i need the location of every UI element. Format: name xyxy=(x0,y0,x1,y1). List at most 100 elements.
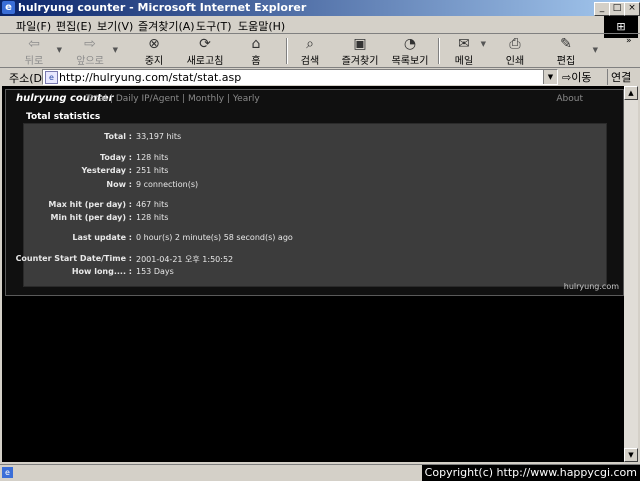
stat-key: Last update : xyxy=(72,233,132,242)
stat-row: Min hit (per day) : 128 hits xyxy=(24,213,606,225)
favorites-icon: ▣ xyxy=(353,36,367,52)
stat-value: 128 hits xyxy=(136,213,169,222)
back-button[interactable]: ⇦ 뒤로 ▼ xyxy=(6,36,62,67)
print-icon: ⎙ xyxy=(509,36,521,52)
refresh-button[interactable]: ⟳ 새로고침 xyxy=(177,36,233,67)
forward-label: 앞으로 xyxy=(76,56,104,67)
stat-value: 33,197 hits xyxy=(136,132,182,141)
history-button[interactable]: ◔ 목록보기 xyxy=(382,36,438,67)
stat-value: 0 hour(s) 2 minute(s) 58 second(s) ago xyxy=(136,233,293,242)
print-button[interactable]: ⎙ 인쇄 xyxy=(487,36,543,67)
stat-key: Yesterday : xyxy=(81,166,132,175)
chevron-down-icon[interactable]: ▼ xyxy=(543,70,557,84)
go-label: 이동 xyxy=(571,71,592,84)
window-title: hulryung counter - Microsoft Internet Ex… xyxy=(18,1,307,14)
stat-row: Now : 9 connection(s) xyxy=(24,180,606,192)
nav-monthly[interactable]: Monthly xyxy=(188,94,224,104)
stat-row: Max hit (per day) : 467 hits xyxy=(24,200,606,212)
address-label: 주소(D) xyxy=(9,72,47,85)
status-bar: e Copyright(c) http://www.happycgi.com xyxy=(0,464,640,481)
stat-value: 9 connection(s) xyxy=(136,180,199,189)
toolbar-overflow-icon[interactable]: » xyxy=(626,36,632,46)
search-icon: ⌕ xyxy=(306,36,314,52)
stop-button[interactable]: ⊗ 중지 xyxy=(126,36,182,67)
stop-label: 중지 xyxy=(144,56,164,67)
nav-about[interactable]: About xyxy=(556,94,583,104)
history-label: 목록보기 xyxy=(391,56,429,67)
menu-file[interactable]: 파일(F) xyxy=(16,18,51,34)
menu-edit[interactable]: 편집(E) xyxy=(56,18,92,34)
stat-row: Total : 33,197 hits xyxy=(24,132,606,144)
go-button[interactable]: ⇨이동 xyxy=(562,69,591,85)
edit-button[interactable]: ✎ 편집 ▼ xyxy=(538,36,598,67)
nav-daily[interactable]: Daily IP/Agent xyxy=(116,94,179,104)
chevron-down-icon[interactable]: ▼ xyxy=(481,40,486,48)
title-bar: e hulryung counter - Microsoft Internet … xyxy=(0,0,640,16)
menu-help[interactable]: 도움말(H) xyxy=(238,18,285,34)
menu-bar: 파일(F) 편집(E) 보기(V) 즐겨찾기(A) 도구(T) 도움말(H) ⊞ xyxy=(0,16,640,38)
stat-key: Counter Start Date/Time : xyxy=(15,254,132,263)
stat-key: Min hit (per day) : xyxy=(50,213,132,222)
stat-key: Total : xyxy=(104,132,132,141)
back-icon: ⇦ xyxy=(28,36,40,52)
footer-link[interactable]: hulryung.com xyxy=(564,282,619,291)
stat-value: 128 hits xyxy=(136,153,169,162)
nav-yearly[interactable]: Yearly xyxy=(233,94,260,104)
address-bar: 주소(D) e ▼ ⇨이동 연결 xyxy=(0,67,640,86)
nav-separator: | xyxy=(226,94,230,104)
stat-value: 467 hits xyxy=(136,200,169,209)
links-button[interactable]: 연결 xyxy=(607,69,631,85)
vertical-scrollbar[interactable]: ▲ ▼ xyxy=(624,86,638,462)
home-icon: ⌂ xyxy=(251,36,261,52)
stats-panel: Total : 33,197 hits Today : 128 hits Yeste… xyxy=(16,123,607,287)
copyright-text: Copyright(c) http://www.happycgi.com xyxy=(421,465,640,481)
menu-view[interactable]: 보기(V) xyxy=(97,18,133,34)
close-button[interactable]: × xyxy=(624,2,640,16)
counter-nav: hulryung counter Total | Daily IP/Agent … xyxy=(6,92,623,106)
search-button[interactable]: ⌕ 검색 xyxy=(282,36,338,67)
stat-key: Today : xyxy=(100,153,132,162)
ie-logo-icon: e xyxy=(2,1,15,14)
chevron-down-icon[interactable]: ▼ xyxy=(113,46,118,54)
page-status-icon: e xyxy=(2,467,13,478)
menu-favorites[interactable]: 즐겨찾기(A) xyxy=(138,18,195,34)
minimize-button[interactable]: _ xyxy=(594,2,610,16)
print-label: 인쇄 xyxy=(505,56,525,67)
toolbar: ⇦ 뒤로 ▼ ⇨ 앞으로 ▼ ⊗ 중지 ⟳ 새로고침 ⌂ 홈 ⌕ 검색 ▣ 즐겨… xyxy=(0,33,640,68)
history-icon: ◔ xyxy=(403,36,417,52)
chevron-down-icon[interactable]: ▼ xyxy=(593,46,598,54)
menu-tools[interactable]: 도구(T) xyxy=(196,18,232,34)
edit-label: 편집 xyxy=(556,56,576,67)
stat-row: How long.... : 153 Days xyxy=(24,267,606,279)
home-button[interactable]: ⌂ 홈 xyxy=(228,36,284,67)
stop-icon: ⊗ xyxy=(148,36,160,52)
page-viewport: hulryung counter Total | Daily IP/Agent … xyxy=(2,86,624,462)
stat-key: Now : xyxy=(106,180,132,189)
mail-button[interactable]: ✉ 메일 ▼ xyxy=(436,36,492,67)
edit-icon: ✎ xyxy=(560,36,572,52)
scroll-up-icon[interactable]: ▲ xyxy=(624,86,638,100)
stat-row: Today : 128 hits xyxy=(24,153,606,165)
mail-label: 메일 xyxy=(454,56,474,67)
nav-total[interactable]: Total xyxy=(86,94,107,104)
address-input[interactable] xyxy=(59,70,539,84)
forward-button[interactable]: ⇨ 앞으로 ▼ xyxy=(62,36,118,67)
scroll-down-icon[interactable]: ▼ xyxy=(624,448,638,462)
stat-row: Yesterday : 251 hits xyxy=(24,166,606,178)
search-label: 검색 xyxy=(300,56,320,67)
favorites-button[interactable]: ▣ 즐겨찾기 xyxy=(332,36,388,67)
forward-icon: ⇨ xyxy=(84,36,96,52)
stat-key: Max hit (per day) : xyxy=(48,200,132,209)
refresh-icon: ⟳ xyxy=(199,36,211,52)
favorites-label: 즐겨찾기 xyxy=(341,56,379,67)
refresh-label: 새로고침 xyxy=(186,56,224,67)
stat-row: Last update : 0 hour(s) 2 minute(s) 58 se… xyxy=(24,233,606,245)
stat-value: 251 hits xyxy=(136,166,169,175)
maximize-button[interactable]: □ xyxy=(609,2,625,16)
stat-value: 2001-04-21 오후 1:50:52 xyxy=(136,255,234,264)
stat-value: 153 Days xyxy=(136,267,174,276)
address-field[interactable]: e ▼ xyxy=(42,69,558,85)
go-arrow-icon: ⇨ xyxy=(562,71,572,84)
back-label: 뒤로 xyxy=(24,56,44,67)
section-title: Total statistics xyxy=(26,112,101,122)
